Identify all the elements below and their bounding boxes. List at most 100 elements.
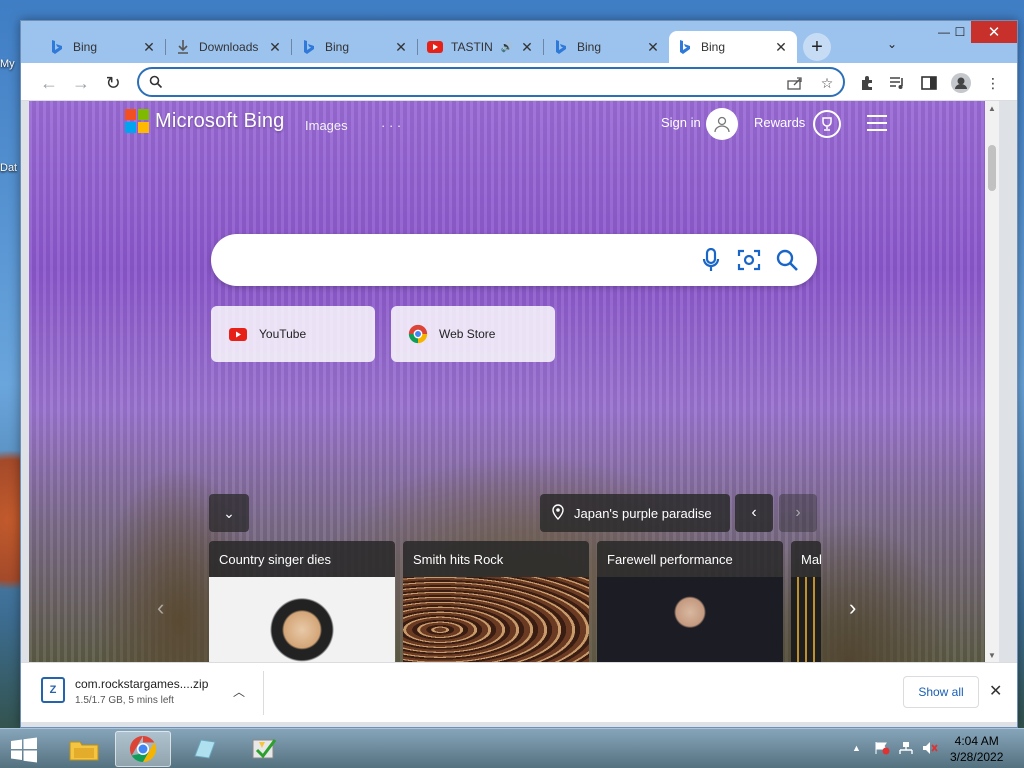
- download-filename: com.rockstargames....zip: [75, 677, 209, 691]
- clock-time: 4:04 AM: [954, 734, 999, 748]
- tab-bing-1[interactable]: Bing ✕: [41, 31, 165, 63]
- quicklink-web-store[interactable]: Web Store: [391, 306, 555, 362]
- youtube-icon: [427, 39, 443, 55]
- profile-icon[interactable]: [951, 73, 971, 93]
- page-scrollbar[interactable]: ▲ ▼: [985, 101, 999, 662]
- bing-icon: [553, 39, 569, 55]
- close-icon[interactable]: ✕: [393, 39, 409, 56]
- news-prev-button[interactable]: ‹: [157, 595, 164, 621]
- file-explorer-icon[interactable]: [56, 731, 112, 767]
- microphone-icon[interactable]: [697, 246, 725, 274]
- reload-button[interactable]: ↻: [101, 71, 125, 95]
- speaker-icon[interactable]: 🔊: [501, 42, 513, 53]
- collapse-feed-button[interactable]: ⌄: [209, 494, 249, 532]
- glass-app-icon[interactable]: [176, 731, 232, 767]
- chevron-up-icon[interactable]: ︿: [233, 683, 245, 700]
- previous-image-button[interactable]: ‹: [735, 494, 773, 532]
- action-center-icon[interactable]: [874, 741, 890, 758]
- news-headline: Country singer dies: [209, 541, 395, 577]
- address-input[interactable]: [171, 73, 771, 91]
- close-icon[interactable]: ✕: [267, 39, 283, 56]
- volume-muted-icon[interactable]: [922, 741, 938, 758]
- download-item[interactable]: Z com.rockstargames....zip 1.5/1.7 GB, 5…: [41, 677, 208, 706]
- extensions-icon[interactable]: [857, 73, 877, 93]
- search-icon[interactable]: [773, 246, 801, 274]
- close-window-button[interactable]: ✕: [971, 21, 1017, 43]
- image-info-button[interactable]: Japan's purple paradise: [540, 494, 730, 532]
- tab-youtube[interactable]: TASTIN 🔊 ✕: [419, 31, 543, 63]
- tab-bing-active[interactable]: Bing ✕: [669, 31, 797, 63]
- brand-name: Microsoft Bing: [155, 109, 285, 132]
- desktop-icon-label[interactable]: My: [0, 58, 22, 70]
- tab-separator: [417, 39, 418, 55]
- download-status: 1.5/1.7 GB, 5 mins left: [75, 695, 174, 706]
- news-next-button[interactable]: ›: [849, 595, 856, 621]
- youtube-icon: [227, 323, 249, 345]
- side-panel-icon[interactable]: [919, 73, 939, 93]
- news-card[interactable]: Smith hits Rock: [403, 541, 589, 662]
- tab-title: Bing: [73, 40, 98, 54]
- download-icon: [175, 39, 191, 55]
- bing-search-box[interactable]: [211, 234, 817, 286]
- scrollbar-thumb[interactable]: [988, 145, 996, 191]
- news-headline: Farewell performance: [597, 541, 783, 577]
- address-bar[interactable]: ☆: [137, 67, 845, 97]
- bing-icon: [677, 39, 693, 55]
- tray-expand-icon[interactable]: ▲: [852, 743, 861, 753]
- network-icon[interactable]: [898, 741, 914, 758]
- quicklink-youtube[interactable]: YouTube: [211, 306, 375, 362]
- desktop-icon-label[interactable]: Dat: [0, 162, 22, 174]
- close-icon[interactable]: ✕: [989, 681, 1002, 701]
- tab-separator: [165, 39, 166, 55]
- chevron-down-icon[interactable]: ⌄: [887, 37, 897, 51]
- user-avatar-icon[interactable]: [706, 108, 738, 140]
- new-tab-button[interactable]: +: [803, 33, 831, 61]
- news-card[interactable]: Farewell performance: [597, 541, 783, 662]
- forward-button[interactable]: →: [69, 71, 93, 95]
- next-image-button[interactable]: ›: [779, 494, 817, 532]
- hamburger-menu-icon[interactable]: [867, 115, 887, 136]
- chrome-icon[interactable]: [115, 731, 171, 767]
- tab-title: TASTIN: [451, 40, 493, 54]
- back-button[interactable]: ←: [37, 71, 61, 95]
- tab-title: Bing: [577, 40, 602, 54]
- close-icon[interactable]: ✕: [645, 39, 661, 56]
- zip-file-icon: Z: [41, 677, 65, 703]
- tab-title: Downloads: [199, 40, 259, 54]
- trophy-icon[interactable]: [813, 110, 841, 138]
- image-location-title: Japan's purple paradise: [574, 505, 712, 521]
- tab-bing-2[interactable]: Bing ✕: [293, 31, 417, 63]
- browser-toolbar: ← → ↻ ☆ ⋮: [21, 63, 1017, 101]
- bookmark-star-icon[interactable]: ☆: [817, 74, 837, 92]
- nav-images-link[interactable]: Images: [305, 118, 348, 133]
- tab-separator: [543, 39, 544, 55]
- task-app-icon[interactable]: [236, 731, 292, 767]
- news-card[interactable]: Country singer dies: [209, 541, 395, 662]
- news-card[interactable]: Mal: [791, 541, 821, 662]
- bing-logo[interactable]: Microsoft Bing: [125, 109, 285, 133]
- rewards-link[interactable]: Rewards: [754, 115, 805, 130]
- scroll-down-icon[interactable]: ▼: [985, 648, 999, 662]
- nav-more-link[interactable]: · · ·: [381, 118, 401, 133]
- close-icon[interactable]: ✕: [773, 39, 789, 56]
- show-all-button[interactable]: Show all: [903, 676, 979, 708]
- browser-window: Bing ✕ Downloads ✕ Bing ✕ TASTIN 🔊 ✕ Bin…: [20, 20, 1018, 728]
- visual-search-icon[interactable]: [735, 246, 763, 274]
- windows-start-icon[interactable]: [10, 737, 38, 763]
- sign-in-link[interactable]: Sign in: [661, 115, 701, 130]
- quicklink-label: Web Store: [439, 327, 496, 341]
- system-clock[interactable]: 4:04 AM 3/28/2022: [950, 733, 1003, 765]
- news-image: [597, 577, 783, 662]
- bing-homepage: Microsoft Bing Images · · · Sign in Rewa…: [29, 101, 999, 662]
- media-queue-icon[interactable]: [887, 73, 907, 93]
- scroll-up-icon[interactable]: ▲: [985, 101, 999, 115]
- location-pin-icon: [552, 503, 564, 523]
- kebab-menu-icon[interactable]: ⋮: [983, 73, 1003, 93]
- share-icon[interactable]: [785, 74, 805, 92]
- news-headline: Smith hits Rock: [403, 541, 589, 577]
- tab-title: Bing: [325, 40, 350, 54]
- tab-bing-3[interactable]: Bing ✕: [545, 31, 669, 63]
- tab-downloads[interactable]: Downloads ✕: [167, 31, 291, 63]
- close-icon[interactable]: ✕: [141, 39, 157, 56]
- close-icon[interactable]: ✕: [519, 39, 535, 56]
